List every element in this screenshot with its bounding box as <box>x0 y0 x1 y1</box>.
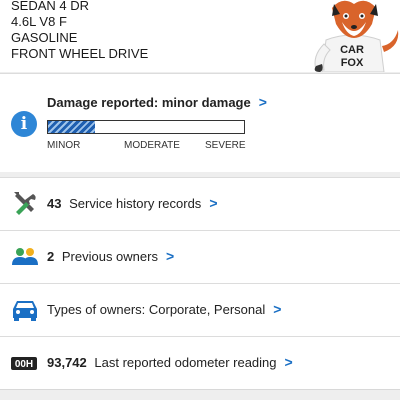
owner-types-label: Types of owners: Corporate, Personal <box>47 302 266 317</box>
odometer-label: Last reported odometer reading <box>94 355 277 370</box>
previous-owners-text: 2 Previous owners > <box>47 248 174 264</box>
mascot-shirt-text: CAR <box>340 44 364 56</box>
people-icon <box>12 248 38 265</box>
svg-text:FOX: FOX <box>341 57 364 69</box>
owner-types-text: Types of owners: Corporate, Personal > <box>47 301 281 317</box>
owner-types-row[interactable]: Types of owners: Corporate, Personal > <box>0 283 400 336</box>
damage-severity-fill <box>48 121 96 133</box>
chevron-right-icon: > <box>284 354 293 370</box>
odometer-text: 93,742 Last reported odometer reading > <box>47 354 293 370</box>
previous-owners-label: Previous owners <box>61 249 158 264</box>
vehicle-specs-card: SEDAN 4 DR 4.6L V8 F GASOLINE FRONT WHEE… <box>0 0 400 72</box>
service-history-count: 43 <box>47 196 62 211</box>
damage-title-text: Damage reported: minor damage <box>47 95 251 110</box>
odometer-row[interactable]: 00H 93,742 Last reported odometer readin… <box>0 336 400 390</box>
car-icon <box>13 301 37 321</box>
wrench-screwdriver-icon <box>14 192 36 215</box>
chevron-right-icon: > <box>258 94 267 110</box>
odometer-icon-text: 00H <box>15 359 33 370</box>
spec-fuel: GASOLINE <box>11 30 78 45</box>
chevron-right-icon: > <box>165 248 175 264</box>
odometer-value: 93,742 <box>47 355 87 370</box>
odometer-icon: 00H <box>11 357 37 370</box>
previous-owners-row[interactable]: 2 Previous owners > <box>0 230 400 283</box>
spec-engine: 4.6L V8 F <box>11 14 67 29</box>
service-history-label: Service history records <box>69 196 202 211</box>
service-history-row[interactable]: 43 Service history records > <box>0 177 400 230</box>
chevron-right-icon: > <box>209 195 218 211</box>
carfox-mascot-image: CAR FOX <box>314 0 399 72</box>
spec-drive: FRONT WHEEL DRIVE <box>11 46 149 61</box>
scale-label-severe: SEVERE <box>205 140 246 151</box>
scale-label-minor: MINOR <box>47 140 81 151</box>
damage-title[interactable]: Damage reported: minor damage > <box>47 94 267 110</box>
damage-report-card[interactable]: i Damage reported: minor damage > MINOR M… <box>0 73 400 172</box>
damage-severity-bar <box>47 120 245 134</box>
chevron-right-icon: > <box>273 301 282 317</box>
previous-owners-count: 2 <box>47 249 55 264</box>
service-history-text: 43 Service history records > <box>47 195 218 211</box>
scale-label-moderate: MODERATE <box>124 140 180 151</box>
spec-body-style: SEDAN 4 DR <box>11 0 90 13</box>
info-icon: i <box>11 111 37 137</box>
